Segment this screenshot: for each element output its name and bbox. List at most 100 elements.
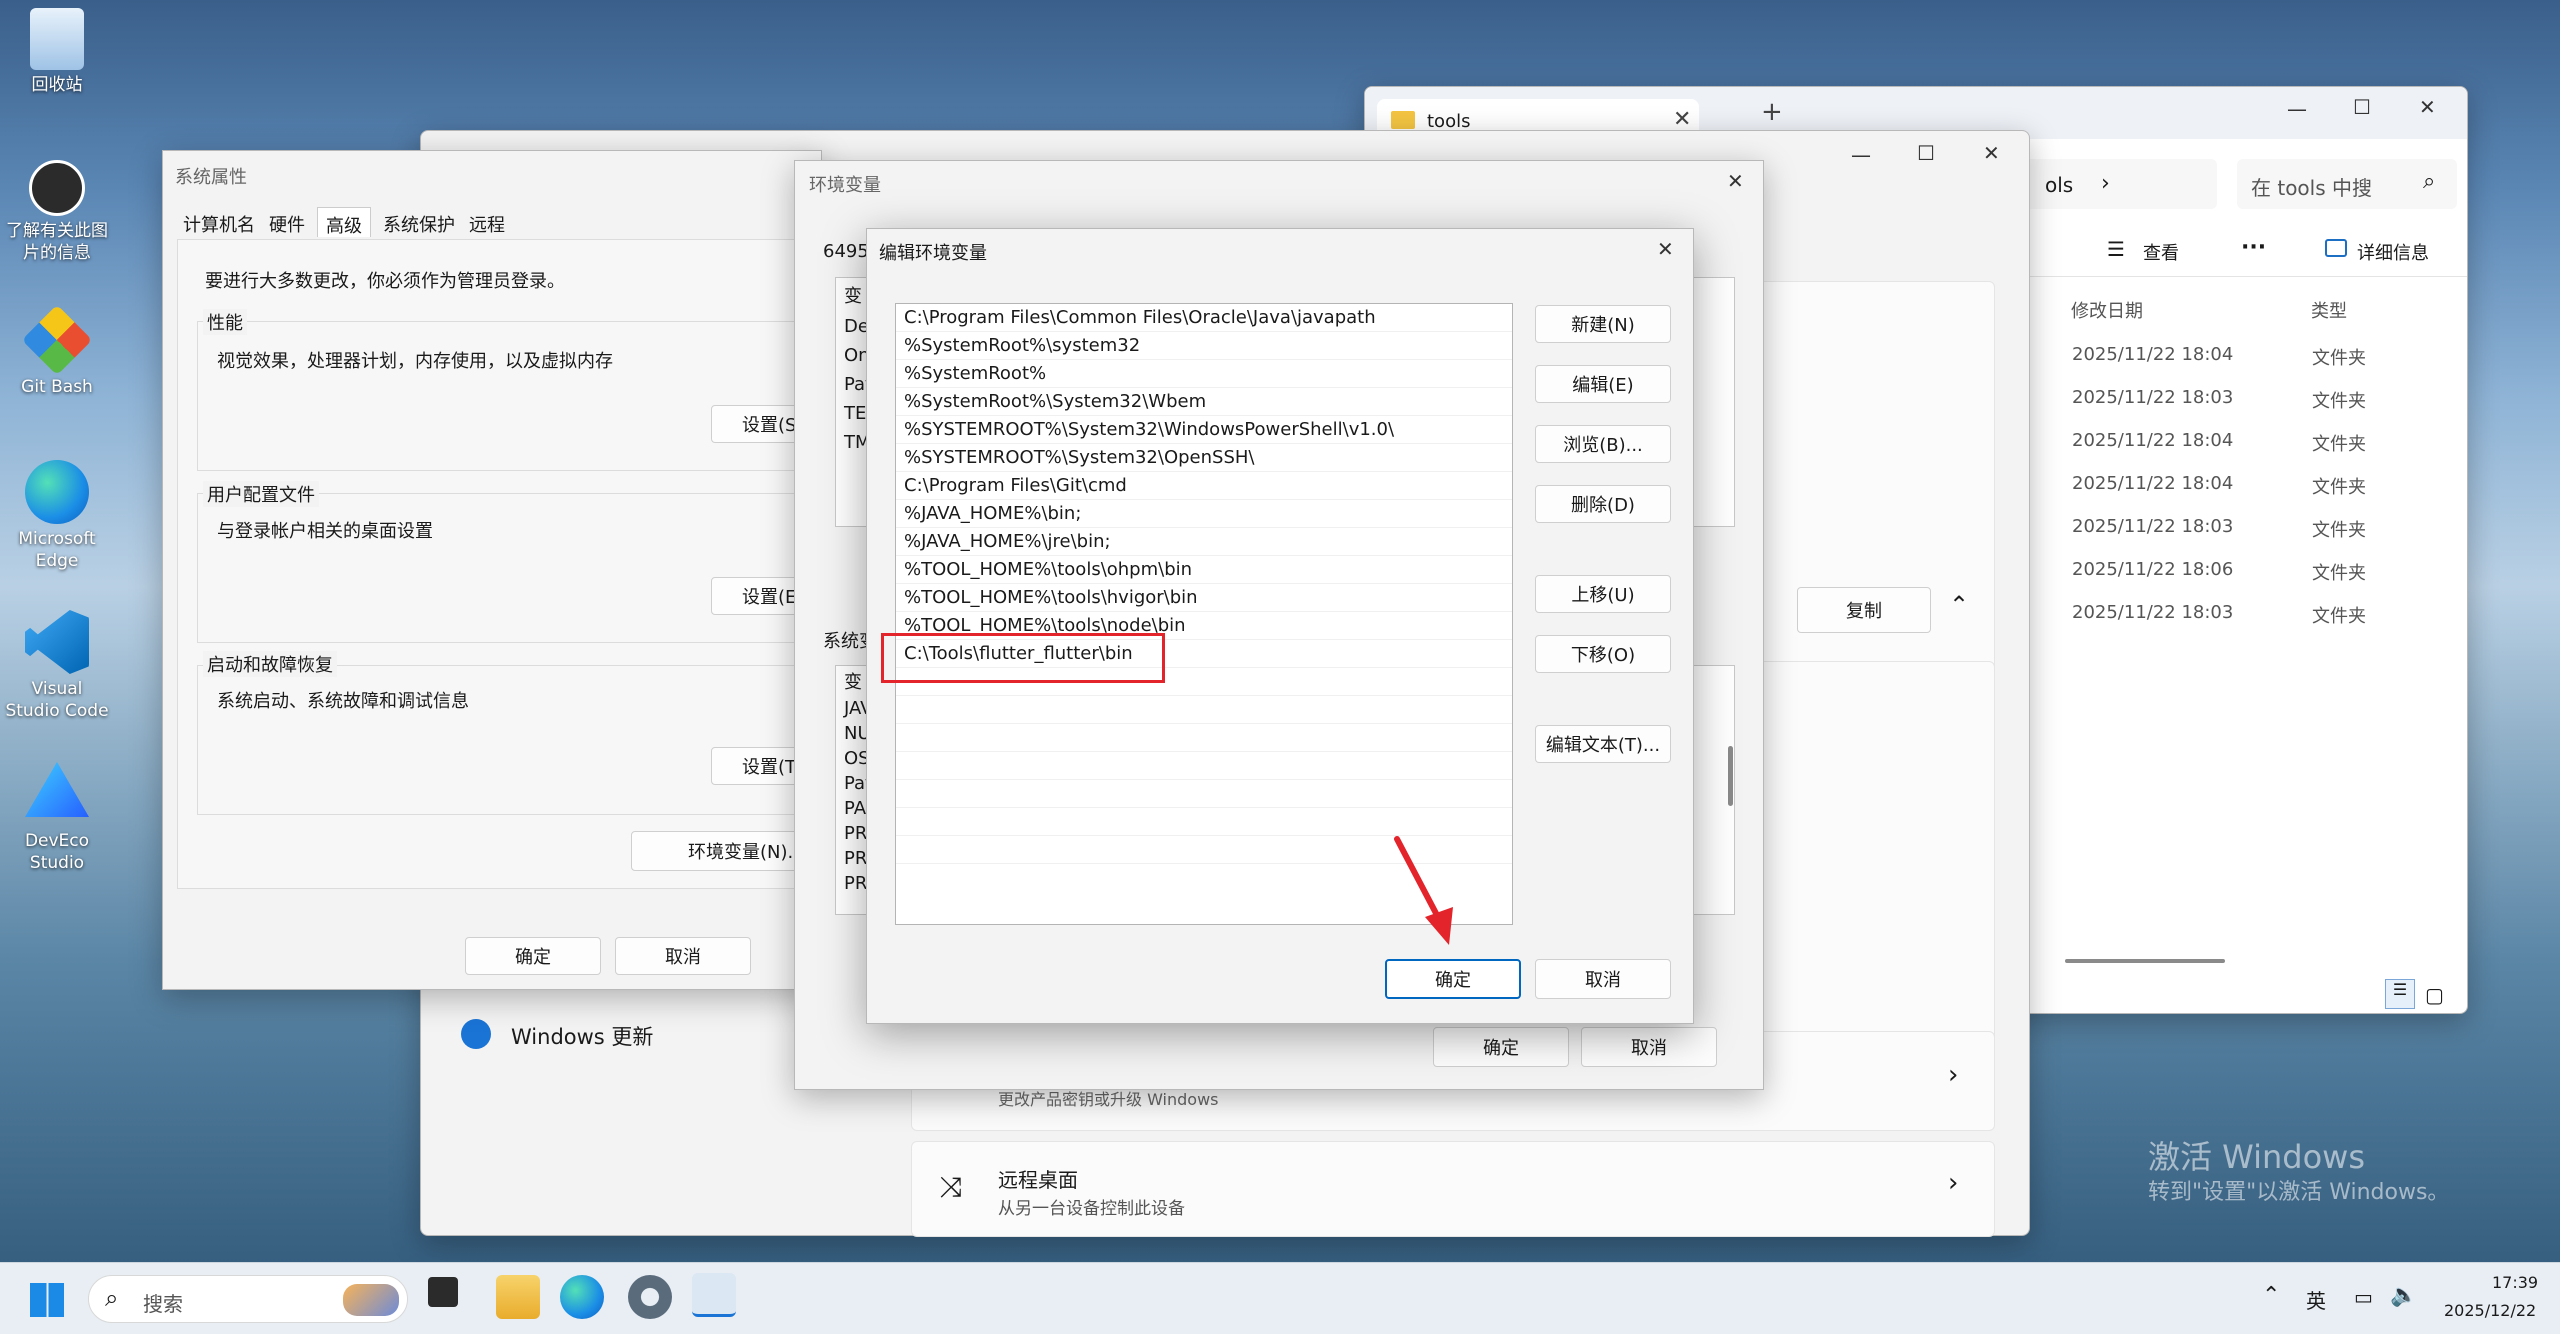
system-properties-icon[interactable] <box>692 1273 736 1317</box>
list-item[interactable]: %SYSTEMROOT%\System32\WindowsPowerShell\… <box>896 416 1512 444</box>
path-list[interactable]: C:\Program Files\Common Files\Oracle\Jav… <box>895 303 1513 925</box>
details-pane-icon <box>2325 239 2347 257</box>
list-item[interactable]: %SystemRoot%\system32 <box>896 332 1512 360</box>
tab-hardware[interactable]: 硬件 <box>267 207 307 237</box>
chevron-up-icon[interactable]: ⌃ <box>1949 591 1969 619</box>
more-button[interactable]: ··· <box>2241 235 2266 260</box>
network-icon[interactable]: ▭ <box>2354 1285 2373 1309</box>
clock-time[interactable]: 17:39 <box>2492 1273 2538 1292</box>
desktop-icon-edge[interactable]: Microsoft Edge <box>2 460 112 572</box>
explorer-scrollbar-h[interactable] <box>2065 959 2225 963</box>
close-icon[interactable]: ✕ <box>2419 95 2436 119</box>
chevron-right-icon: › <box>1948 1168 1959 1198</box>
maximize-icon[interactable]: ☐ <box>1917 141 1935 165</box>
chevron-up-icon[interactable]: ⌃ <box>2262 1283 2280 1308</box>
cancel-button[interactable]: 取消 <box>1535 959 1671 999</box>
column-header-modified[interactable]: 修改日期 <box>2071 297 2143 323</box>
folder-icon <box>1391 111 1415 129</box>
tab-remote[interactable]: 远程 <box>467 207 507 237</box>
edit-text-button[interactable]: 编辑文本(T)... <box>1535 725 1671 763</box>
file-explorer-icon[interactable] <box>496 1275 540 1319</box>
highlight-box <box>881 633 1165 683</box>
close-icon[interactable]: ✕ <box>1673 107 1691 132</box>
close-icon[interactable]: ✕ <box>1657 237 1674 261</box>
activation-watermark-sub: 转到"设置"以激活 Windows。 <box>2148 1180 2450 1205</box>
list-item[interactable]: %JAVA_HOME%\bin; <box>896 500 1512 528</box>
remote-desktop-icon: ⤨ <box>940 1170 963 1203</box>
details-button[interactable]: 详细信息 <box>2357 239 2429 265</box>
file-date: 2025/11/22 18:03 <box>2072 516 2234 537</box>
ime-indicator[interactable]: 英 <box>2306 1285 2326 1314</box>
desktop-icon-deveco[interactable]: DevEco Studio <box>2 762 112 874</box>
file-date: 2025/11/22 18:06 <box>2072 559 2234 580</box>
desktop-icon-git-bash[interactable]: Git Bash <box>2 304 112 398</box>
profile-title: 用户配置文件 <box>203 481 319 507</box>
file-row[interactable]: 2025/11/22 18:06 文件夹 <box>2072 559 2366 584</box>
search-box[interactable]: 在 tools 中搜 ⌕ <box>2237 159 2457 209</box>
ok-button[interactable]: 确定 <box>1385 959 1521 999</box>
tab-system-protection[interactable]: 系统保护 <box>381 207 457 237</box>
scrollbar-thumb[interactable] <box>1728 746 1733 806</box>
ok-button[interactable]: 确定 <box>1433 1027 1569 1067</box>
minimize-icon[interactable]: — <box>2287 97 2307 121</box>
browse-button[interactable]: 浏览(B)... <box>1535 425 1671 463</box>
file-row[interactable]: 2025/11/22 18:04 文件夹 <box>2072 344 2366 369</box>
volume-icon[interactable]: 🔈 <box>2390 1283 2417 1308</box>
desktop-icon-vscode[interactable]: Visual Studio Code <box>2 610 112 722</box>
cancel-button[interactable]: 取消 <box>615 937 751 975</box>
delete-button[interactable]: 删除(D) <box>1535 485 1671 523</box>
list-item[interactable]: %TOOL_HOME%\tools\hvigor\bin <box>896 584 1512 612</box>
list-item-empty[interactable] <box>896 724 1512 752</box>
column-header-type[interactable]: 类型 <box>2311 297 2347 323</box>
list-item[interactable]: %JAVA_HOME%\jre\bin; <box>896 528 1512 556</box>
desktop-icon-label: 回收站 <box>31 75 83 95</box>
chevron-right-icon: › <box>2101 171 2110 196</box>
new-button[interactable]: 新建(N) <box>1535 305 1671 343</box>
file-type: 文件夹 <box>2312 520 2366 541</box>
tab-computer-name[interactable]: 计算机名 <box>181 207 257 237</box>
edit-button[interactable]: 编辑(E) <box>1535 365 1671 403</box>
file-row[interactable]: 2025/11/22 18:03 文件夹 <box>2072 516 2366 541</box>
desktop-icon-recycle-bin[interactable]: 回收站 <box>2 8 112 96</box>
desktop-icon-spotlight[interactable]: 了解有关此图片的信息 <box>2 160 112 264</box>
windows-update-icon <box>461 1019 491 1049</box>
list-item-empty[interactable] <box>896 808 1512 836</box>
list-view-icon[interactable]: ☰ <box>2385 979 2415 1009</box>
tab-advanced[interactable]: 高级 <box>317 207 371 237</box>
list-item[interactable]: %SYSTEMROOT%\System32\OpenSSH\ <box>896 444 1512 472</box>
edge-icon[interactable] <box>560 1275 604 1319</box>
tile-view-icon[interactable]: ▢ <box>2425 983 2444 1007</box>
copy-button[interactable]: 复制 <box>1797 587 1931 633</box>
maximize-icon[interactable]: ☐ <box>2353 95 2371 119</box>
file-row[interactable]: 2025/11/22 18:03 文件夹 <box>2072 387 2366 412</box>
move-down-button[interactable]: 下移(O) <box>1535 635 1671 673</box>
file-row[interactable]: 2025/11/22 18:04 文件夹 <box>2072 430 2366 455</box>
task-view-icon[interactable] <box>428 1277 458 1307</box>
file-row[interactable]: 2025/11/22 18:03 文件夹 <box>2072 602 2366 627</box>
start-icon[interactable] <box>30 1283 64 1317</box>
list-item-empty[interactable] <box>896 696 1512 724</box>
list-item[interactable]: %SystemRoot% <box>896 360 1512 388</box>
minimize-icon[interactable]: — <box>1851 143 1871 167</box>
settings-gear-icon[interactable] <box>628 1275 672 1319</box>
ok-button[interactable]: 确定 <box>465 937 601 975</box>
settings-item-remote-desktop[interactable]: ⤨ 远程桌面 从另一台设备控制此设备 › <box>911 1141 1995 1237</box>
taskbar-search[interactable]: ⌕ 搜索 <box>88 1275 408 1323</box>
new-tab-button[interactable]: + <box>1761 97 1783 127</box>
dialog-title: 环境变量 <box>809 175 881 196</box>
close-icon[interactable]: ✕ <box>1727 169 1744 193</box>
move-up-button[interactable]: 上移(U) <box>1535 575 1671 613</box>
list-item[interactable]: %SystemRoot%\System32\Wbem <box>896 388 1512 416</box>
close-icon[interactable]: ✕ <box>1983 141 2000 165</box>
file-row[interactable]: 2025/11/22 18:04 文件夹 <box>2072 473 2366 498</box>
clock-date[interactable]: 2025/12/22 <box>2444 1301 2536 1320</box>
list-item[interactable]: %TOOL_HOME%\tools\ohpm\bin <box>896 556 1512 584</box>
windows-update-link[interactable]: Windows 更新 <box>511 1021 653 1051</box>
view-button[interactable]: 查看 <box>2143 239 2179 265</box>
list-item[interactable]: C:\Program Files\Common Files\Oracle\Jav… <box>896 304 1512 332</box>
list-item[interactable]: C:\Program Files\Git\cmd <box>896 472 1512 500</box>
list-item-empty[interactable] <box>896 780 1512 808</box>
list-item-empty[interactable] <box>896 752 1512 780</box>
file-type: 文件夹 <box>2312 606 2366 627</box>
cancel-button[interactable]: 取消 <box>1581 1027 1717 1067</box>
